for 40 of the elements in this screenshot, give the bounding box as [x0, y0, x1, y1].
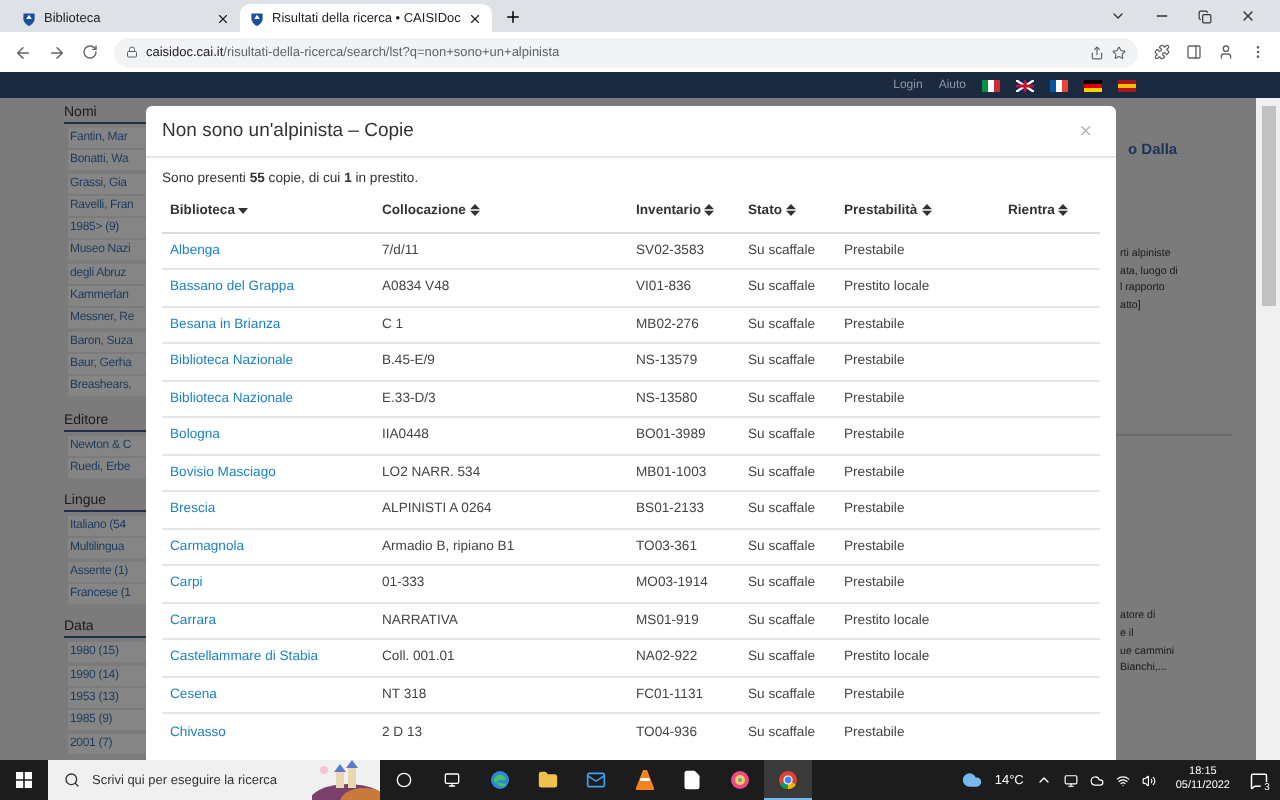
extensions-icon[interactable]: [1154, 44, 1170, 60]
flag-icon[interactable]: [1050, 79, 1068, 91]
dialog-title: Non sono un'alpinista – Copie: [162, 120, 416, 142]
lock-icon: [126, 46, 138, 58]
profile-icon[interactable]: [1218, 44, 1234, 60]
side-panel-icon[interactable]: [1186, 44, 1202, 60]
chrome-icon[interactable]: [764, 760, 812, 800]
sort-icon: [704, 203, 715, 216]
shield-icon: [250, 11, 264, 25]
weather-icon[interactable]: [962, 770, 983, 790]
sort-icon: [469, 203, 480, 216]
close-icon[interactable]: [468, 11, 483, 25]
windows-logo-icon: [16, 772, 32, 788]
flag-icon[interactable]: [1016, 79, 1034, 91]
chevron-up-icon[interactable]: [1035, 772, 1052, 788]
forward-icon[interactable]: [48, 43, 66, 61]
device-icon[interactable]: [1063, 773, 1078, 787]
chevron-down-icon[interactable]: [1110, 8, 1126, 24]
sort-icon: [921, 203, 932, 216]
star-icon[interactable]: [1112, 45, 1126, 59]
scrollbar-thumb[interactable]: [1261, 106, 1275, 306]
back-icon[interactable]: [14, 43, 32, 61]
shield-icon: [22, 11, 36, 25]
new-tab-icon[interactable]: [504, 8, 523, 26]
reload-icon[interactable]: [82, 44, 98, 60]
close-icon[interactable]: [216, 11, 230, 25]
search-icon: [64, 772, 80, 788]
volume-icon[interactable]: [1141, 773, 1156, 787]
flag-icon[interactable]: [982, 79, 1000, 91]
sort-down-icon: [238, 203, 249, 216]
restore-icon[interactable]: [1198, 9, 1212, 23]
sort-icon: [1058, 203, 1069, 216]
cloud-icon[interactable]: [1089, 773, 1104, 787]
close-icon[interactable]: [1240, 8, 1256, 24]
share-icon[interactable]: [1090, 45, 1104, 59]
wifi-icon[interactable]: [1115, 773, 1130, 787]
notifications-icon[interactable]: [1250, 771, 1268, 789]
flag-icon[interactable]: [1118, 79, 1136, 91]
flag-icon[interactable]: [1084, 79, 1102, 91]
sort-icon: [785, 203, 796, 216]
